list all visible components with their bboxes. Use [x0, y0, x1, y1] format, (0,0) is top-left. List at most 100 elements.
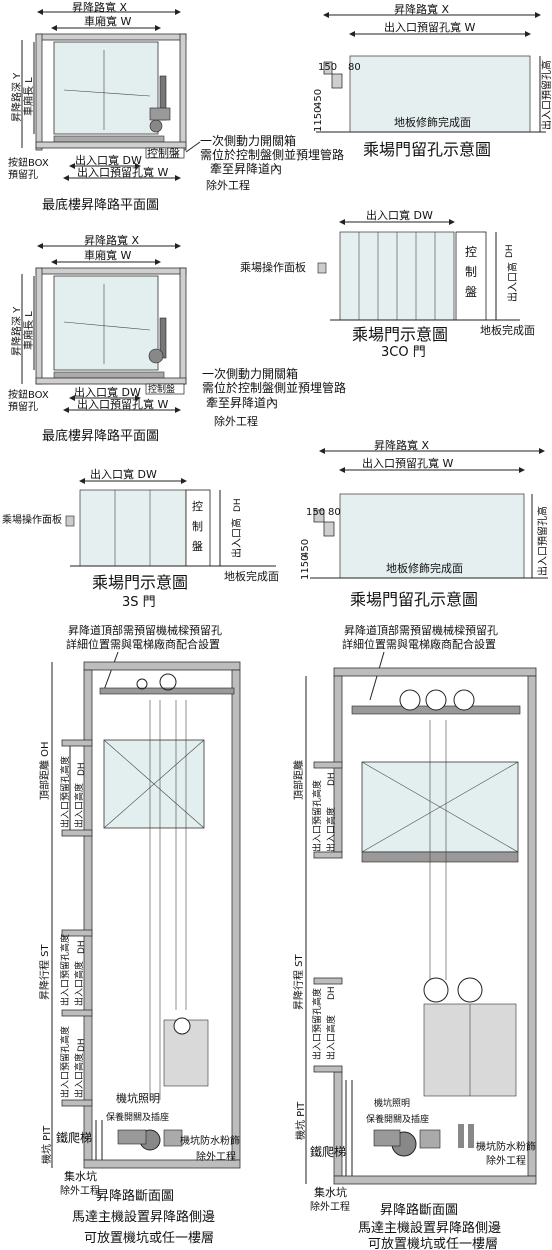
hole-title-2: 乘場門留孔示意圖 — [350, 590, 478, 609]
3s-control-3: 盤 — [192, 540, 203, 553]
entrance-hole-width-label-2: 出入口預留孔寬 W — [77, 397, 168, 411]
left-waterproof: 機坑防水粉飾 — [180, 1134, 240, 1147]
3co-title: 乘場門示意圖 — [352, 325, 448, 344]
excluded-label-2: 除外工程 — [214, 414, 258, 428]
plan-title-2: 最底樓昇降路平面圖 — [42, 428, 159, 444]
right-pit-light: 機坑照明 — [374, 1097, 410, 1109]
3s-control-2: 制 — [192, 520, 203, 533]
dim-1150: 1150 — [313, 107, 324, 132]
right-top-note-1: 昇降道頂部需預留機械樑預留孔 — [344, 623, 498, 637]
dim-150: 150 — [318, 62, 337, 73]
right-pit: 機坑 PIT — [294, 1101, 307, 1140]
entrance-width-label: 出入口寬 DW — [75, 153, 142, 167]
dim-450: 450 — [313, 89, 324, 108]
elevator-drawing-sheet: 昇降路寬 X 車廂寬 W 昇降路深 Y 車廂長 L 出入口寬 DW 出入口預留孔… — [2, 0, 552, 1250]
hole-hoistway-width: 昇降路寬 X — [394, 2, 449, 16]
power-note-2-2: 需位於控制盤側並預埋管路 — [202, 380, 346, 395]
left-dh-3: DH — [77, 1038, 87, 1052]
3s-dh: DH — [233, 498, 243, 512]
left-sump: 集水坑 — [64, 1169, 97, 1183]
3co-dh: DH — [505, 244, 515, 258]
3s-floor-finish: 地板完成面 — [224, 569, 279, 583]
door-3s-view: 出入口寬 DW 控 制 盤 乘場操作面板 出入口高 DH 地板完成面 乘場門示意… — [2, 467, 279, 610]
right-excluded-1: 除外工程 — [486, 1154, 526, 1167]
hole-width-label: 出入口預留孔寬 W — [384, 20, 475, 34]
right-dh-1: DH — [327, 772, 337, 786]
3s-entrance-width: 出入口寬 DW — [90, 467, 157, 481]
3co-control-1: 控 — [465, 245, 477, 259]
hole-hoistway-width-2: 昇降路寬 X — [374, 438, 429, 452]
hole-height-label: 出入口預留孔高 — [540, 60, 552, 130]
dim-80-2: 80 — [328, 507, 341, 518]
left-top-note-2: 詳細位置需與電梯廠商配合設置 — [66, 637, 220, 651]
left-ladder: 鐵爬梯 — [56, 1130, 92, 1145]
hole-view-1: 昇降路寬 X 出入口預留孔寬 W 150 80 450 1150 出入口預留孔高… — [313, 2, 552, 159]
dim-80: 80 — [348, 62, 361, 73]
left-excluded-2: 除外工程 — [196, 1150, 236, 1163]
hole-title: 乘場門留孔示意圖 — [363, 140, 491, 159]
hole-width-label-2: 出入口預留孔寬 W — [362, 456, 453, 470]
left-entrance-height-1: 出入口高度 — [73, 783, 85, 828]
3co-hall-panel: 乘場操作面板 — [240, 260, 306, 274]
left-hole-height-2: 出入口預留孔高度 — [59, 934, 71, 1006]
right-excluded-2: 除外工程 — [310, 1200, 350, 1213]
right-dh-2: DH — [327, 986, 337, 1000]
left-hole-height-1: 出入口預留孔高度 — [59, 756, 71, 828]
button-box-label-2: 按鈕BOX — [8, 388, 49, 401]
left-pit-light: 機坑照明 — [116, 1091, 160, 1105]
left-overhead: 頂部距離 OH — [38, 741, 51, 800]
dim-150-2: 150 — [306, 507, 325, 518]
left-travel: 昇降行程 ST — [38, 943, 51, 1000]
floor-finish-label: 地板修飾完成面 — [394, 115, 471, 129]
3s-door-panels — [79, 489, 187, 567]
right-hole-height-2: 出入口預留孔高度 — [311, 988, 323, 1060]
right-top-note-2: 詳細位置需與電梯廠商配合設置 — [342, 637, 496, 651]
power-note-2-3: 牽至昇降道內 — [206, 395, 278, 410]
right-sump: 集水坑 — [314, 1185, 347, 1199]
hoistway-depth-label: 昇降路深 Y — [10, 72, 23, 122]
left-top-note-1: 昇降道頂部需預留機械樑預留孔 — [68, 623, 222, 637]
power-note-2-1: 一次側動力開關箱 — [202, 366, 298, 381]
left-entrance-height-2: 出入口高度 — [73, 961, 85, 1006]
3co-subtitle: 3CO 門 — [381, 345, 426, 360]
3co-entrance-width: 出入口寬 DW — [366, 208, 433, 222]
plan-view-1: 昇降路寬 X 車廂寬 W 昇降路深 Y 車廂長 L 出入口寬 DW 出入口預留孔… — [8, 0, 344, 213]
car-width-label-2: 車廂寬 W — [84, 248, 131, 262]
control-panel-label-2: 控制盤 — [148, 383, 175, 395]
right-entrance-height-2: 出入口高度 — [325, 1015, 337, 1060]
right-caption-1: 馬達主機設置昇降路側邊 — [358, 1220, 501, 1236]
dim-1150-2: 1150 — [300, 555, 311, 580]
3co-floor-finish: 地板完成面 — [480, 323, 535, 337]
right-safety-switch: 保養開關及插座 — [366, 1113, 429, 1125]
left-dh-1: DH — [77, 762, 87, 776]
left-pit: 機坑 PIT — [40, 1125, 53, 1164]
entrance-width-label-2: 出入口寬 DW — [74, 385, 141, 399]
right-hole-height-1: 出入口預留孔高度 — [311, 780, 323, 852]
3s-control-1: 控 — [192, 499, 203, 513]
right-travel: 昇降行程 ST — [292, 953, 305, 1010]
right-entrance-height-1: 出入口高度 — [325, 807, 337, 852]
3co-control-2: 制 — [465, 265, 477, 279]
3co-control-3: 盤 — [465, 285, 477, 299]
3s-hall-panel: 乘場操作面板 — [2, 513, 62, 526]
car-width-label: 車廂寬 W — [84, 14, 131, 28]
excluded-label: 除外工程 — [206, 178, 250, 192]
3s-title: 乘場門示意圖 — [92, 573, 188, 592]
hoistway-depth-label-2: 昇降路深 Y — [10, 306, 23, 356]
button-box-hole-label: 預留孔 — [8, 168, 38, 181]
right-caption-2: 可放置機坑或任一樓層 — [368, 1237, 498, 1250]
hoistway-width-label: 昇降路寬 X — [72, 0, 127, 14]
button-box-hole-label-2: 預留孔 — [8, 400, 38, 413]
section-right: 昇降道頂部需預留機械樑預留孔 詳細位置需與電梯廠商配合設置 頂部距離 出入口預留… — [292, 623, 537, 1250]
left-hole-height-3: 出入口預留孔高度 — [59, 1026, 71, 1098]
hoistway-width-label-2: 昇降路寬 X — [84, 233, 139, 247]
left-entrance-height-3: 出入口高度 — [73, 1053, 85, 1098]
3s-subtitle: 3S 門 — [122, 595, 156, 610]
left-caption-1: 馬達主機設置昇降路側邊 — [72, 1209, 215, 1225]
car-outline — [53, 41, 159, 135]
plan-title: 最底樓昇降路平面圖 — [42, 197, 159, 213]
right-ladder: 鐵爬梯 — [310, 1144, 346, 1159]
car-depth-label: 車廂長 L — [22, 77, 35, 116]
floor-finish-label-2: 地板修飾完成面 — [386, 561, 463, 575]
3co-entrance-height: 出入口高 — [506, 262, 519, 302]
